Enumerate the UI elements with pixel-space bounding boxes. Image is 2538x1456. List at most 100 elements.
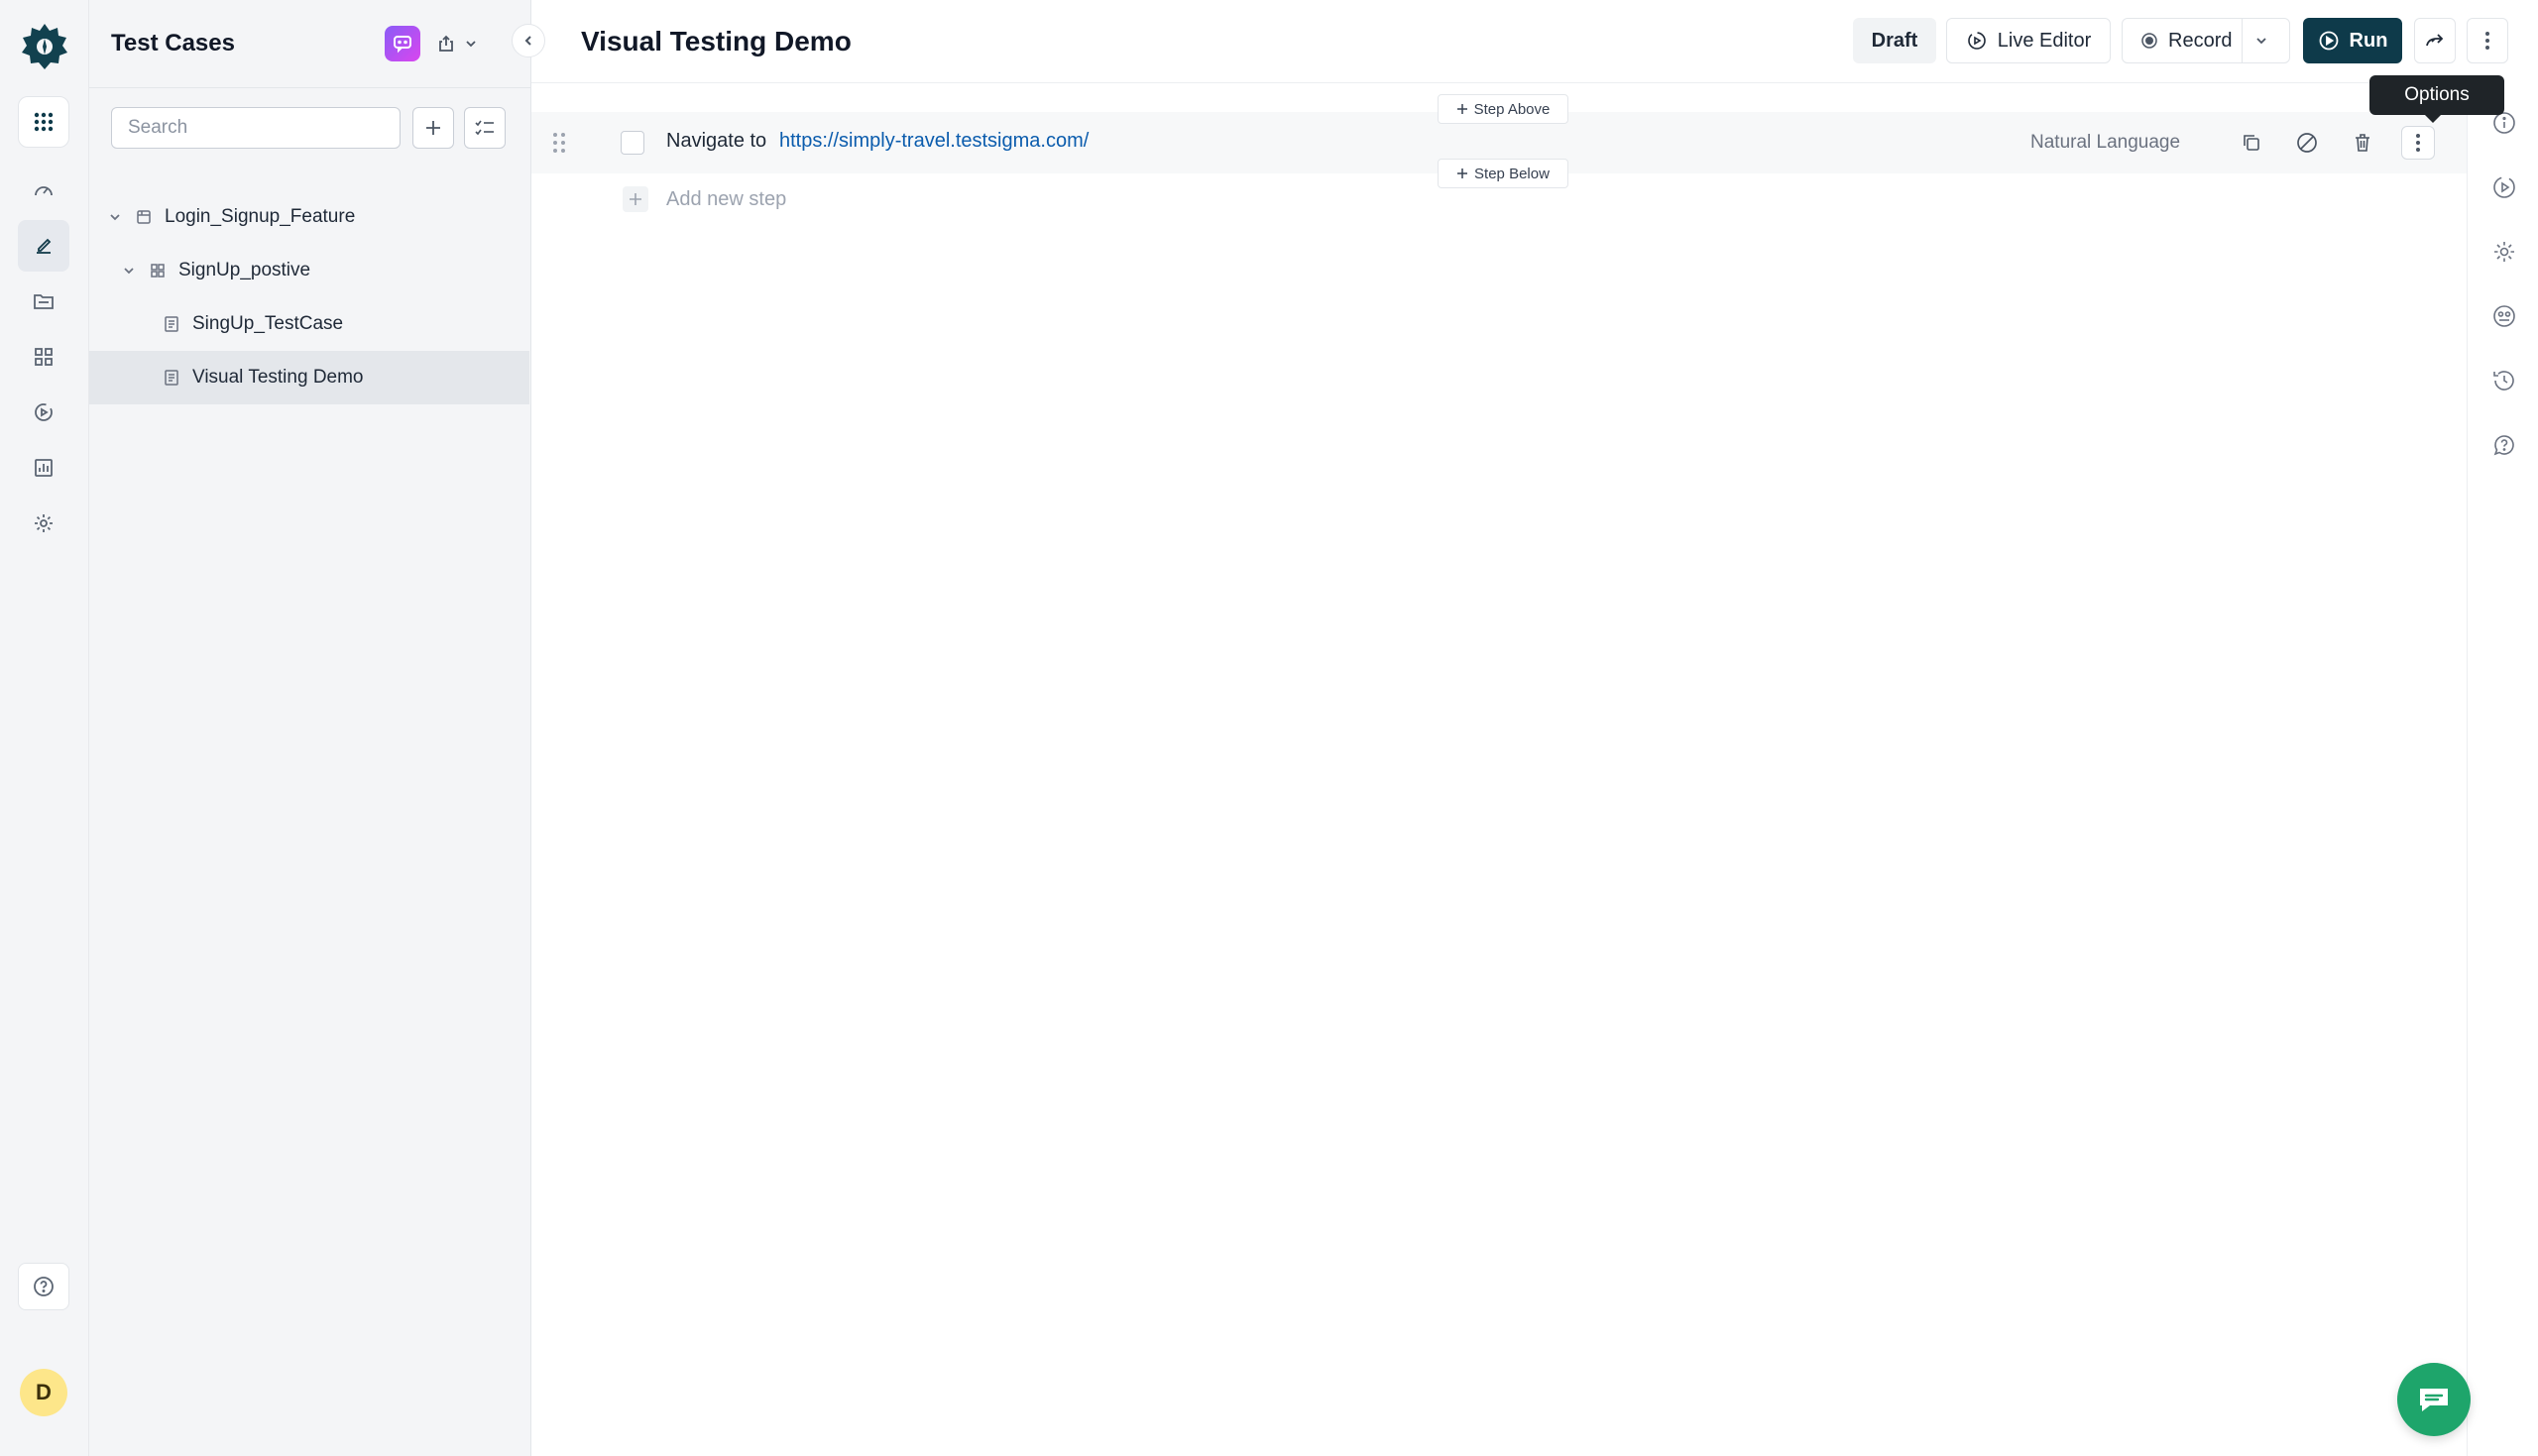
feature-icon <box>137 210 151 224</box>
test-cases-panel: Test Cases Login_Signup_Feature SignUp_p… <box>89 0 545 1456</box>
tree-item-feature[interactable]: Login_Signup_Feature <box>89 190 529 244</box>
bulk-select-button[interactable] <box>464 107 506 149</box>
kebab-icon <box>2416 134 2420 152</box>
chevron-down-icon[interactable] <box>121 263 137 279</box>
add-new-step[interactable]: Add new step <box>623 186 786 212</box>
chat-bot-icon <box>394 36 411 54</box>
play-circle-icon <box>2319 31 2338 51</box>
help-button[interactable] <box>18 1263 69 1310</box>
chevron-left-icon <box>524 36 531 46</box>
testsigma-logo[interactable] <box>20 22 69 71</box>
user-avatar[interactable]: D <box>20 1369 67 1416</box>
step-checkbox[interactable] <box>621 131 644 155</box>
tree-item-label: SignUp_postive <box>178 260 311 280</box>
record-icon <box>2141 33 2157 49</box>
live-editor-icon <box>1967 32 1986 50</box>
export-dropdown[interactable] <box>436 30 492 57</box>
step-options-button[interactable] <box>2401 126 2435 160</box>
trash-icon <box>2356 134 2369 152</box>
ai-chat-button[interactable] <box>385 26 420 61</box>
copy-step-button[interactable] <box>2235 126 2268 160</box>
share-icon <box>439 35 453 52</box>
tree-item-label: SingUp_TestCase <box>192 313 344 334</box>
history-icon[interactable] <box>2491 368 2517 393</box>
step-below-label: Step Below <box>1474 165 1550 182</box>
delete-step-button[interactable] <box>2346 126 2379 160</box>
step-action: Navigate to <box>666 130 767 152</box>
nav-dashboard[interactable] <box>18 165 69 216</box>
folder-icon <box>34 294 54 309</box>
disable-icon <box>2297 133 2317 153</box>
live-editor-button[interactable]: Live Editor <box>1946 18 2111 63</box>
tree-item-testcase[interactable]: SingUp_TestCase <box>89 297 529 351</box>
add-test-case-button[interactable] <box>412 107 454 149</box>
nav-runs[interactable] <box>18 387 69 438</box>
step-type-label[interactable]: Natural Language <box>2030 132 2180 154</box>
run-label: Run <box>2349 29 2388 52</box>
step-url-link[interactable]: https://simply-travel.testsigma.com/ <box>779 130 1089 153</box>
runs-history-icon[interactable] <box>2491 174 2517 200</box>
gear-icon[interactable] <box>2491 239 2517 265</box>
step-above-label: Step Above <box>1473 100 1551 118</box>
forward-button[interactable] <box>2414 18 2456 63</box>
search-input[interactable] <box>111 107 401 149</box>
panel-header: Test Cases <box>89 0 531 88</box>
plus-icon <box>630 193 641 205</box>
add-step-above-button[interactable]: Step Above <box>1438 94 1568 124</box>
nav-elements[interactable] <box>18 331 69 383</box>
testcase-icon <box>165 370 178 386</box>
more-options-button[interactable] <box>2467 18 2508 63</box>
bar-chart-icon <box>35 459 53 477</box>
checklist-icon <box>475 120 494 136</box>
live-editor-label: Live Editor <box>1997 29 2092 52</box>
play-circle-icon <box>35 403 53 421</box>
chevron-down-icon <box>466 41 476 48</box>
plus-icon <box>1457 168 1468 178</box>
drag-handle-icon[interactable] <box>551 130 567 156</box>
run-button[interactable]: Run <box>2303 18 2402 63</box>
collapse-panel-button[interactable] <box>512 24 545 57</box>
page-title: Visual Testing Demo <box>581 26 852 56</box>
chevron-down-icon[interactable] <box>107 209 123 225</box>
testcase-icon <box>165 316 178 332</box>
chevron-down-icon[interactable] <box>2253 33 2269 49</box>
nav-settings[interactable] <box>18 498 69 549</box>
options-tooltip: Options <box>2369 75 2504 123</box>
left-rail: D <box>0 0 89 1456</box>
nav-test-data[interactable] <box>18 276 69 327</box>
pencil-icon <box>37 238 52 254</box>
support-chat-button[interactable] <box>2397 1363 2471 1436</box>
chat-bubble-icon <box>2420 1389 2448 1411</box>
nav-test-cases[interactable] <box>18 220 69 272</box>
add-step-label: Add new step <box>666 187 787 210</box>
disable-step-button[interactable] <box>2290 126 2324 160</box>
record-button[interactable]: Record <box>2122 18 2290 63</box>
tree-item-scenario[interactable]: SignUp_postive <box>89 244 529 297</box>
gear-icon <box>35 514 53 532</box>
kebab-icon <box>2485 32 2489 50</box>
draft-status-button[interactable]: Draft <box>1853 18 1936 63</box>
plus-icon <box>426 121 440 135</box>
blocks-icon <box>35 348 53 366</box>
editor-toolbar: Visual Testing Demo Draft Live Editor Re… <box>531 0 2508 83</box>
test-data-icon[interactable] <box>2491 303 2517 329</box>
panel-title: Test Cases <box>111 30 235 56</box>
help-chat-icon[interactable] <box>2491 432 2517 458</box>
forward-arrow-icon <box>2426 34 2444 47</box>
scenario-icon <box>151 264 165 278</box>
tree-item-label: Visual Testing Demo <box>192 367 364 388</box>
record-split-divider <box>2242 19 2243 62</box>
nav-reports[interactable] <box>18 442 69 494</box>
right-rail <box>2467 83 2538 1456</box>
draft-label: Draft <box>1871 29 1918 52</box>
apps-grid-button[interactable] <box>18 96 69 148</box>
grid-dots-icon <box>34 112 54 132</box>
plus-icon <box>1456 104 1467 114</box>
add-step-below-button[interactable]: Step Below <box>1438 159 1568 188</box>
gauge-icon <box>35 186 53 196</box>
add-step-plus[interactable] <box>623 186 648 212</box>
main-editor: Visual Testing Demo Draft Live Editor Re… <box>531 0 2508 1456</box>
record-label: Record <box>2168 29 2233 52</box>
copy-icon <box>2244 135 2259 151</box>
tree-item-testcase-selected[interactable]: Visual Testing Demo <box>89 351 529 404</box>
